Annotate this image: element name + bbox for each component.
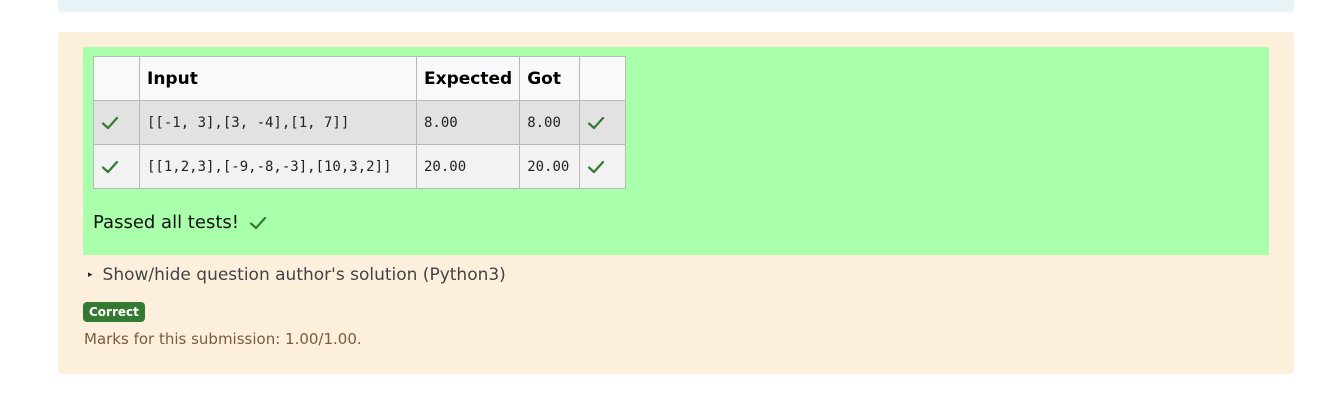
check-icon — [249, 216, 267, 229]
test-results-table: Input Expected Got [[-1, 3],[3, -4],[1, … — [93, 56, 627, 189]
status-cell — [93, 100, 140, 145]
passed-text: Passed all tests! — [93, 212, 239, 233]
check-icon — [101, 116, 119, 129]
outcome-panel: Input Expected Got [[-1, 3],[3, -4],[1, … — [58, 32, 1294, 374]
got-cell: 20.00 — [519, 144, 581, 189]
correct-badge: Correct — [83, 302, 145, 322]
input-cell: [[-1, 3],[3, -4],[1, 7]] — [139, 100, 417, 145]
table-row: [[1,2,3],[-9,-8,-3],[10,3,2]] 20.00 20.0… — [93, 144, 627, 189]
check-icon — [101, 160, 119, 173]
result-cell — [579, 144, 627, 189]
solution-toggle-label: Show/hide question author's solution (Py… — [102, 265, 506, 285]
passed-all-tests-message: Passed all tests! — [93, 212, 267, 233]
result-cell — [579, 100, 627, 145]
got-cell: 8.00 — [519, 100, 581, 145]
expected-cell: 20.00 — [415, 144, 521, 189]
expected-cell: 8.00 — [415, 100, 521, 145]
table-row: [[-1, 3],[3, -4],[1, 7]] 8.00 8.00 — [93, 100, 627, 145]
header-expected: Expected — [415, 56, 521, 101]
check-icon — [588, 160, 605, 173]
previous-panel-edge — [58, 0, 1294, 12]
test-feedback-panel: Input Expected Got [[-1, 3],[3, -4],[1, … — [83, 47, 1269, 255]
status-cell — [93, 144, 140, 189]
header-input: Input — [139, 56, 417, 101]
marks-text: Marks for this submission: 1.00/1.00. — [84, 330, 362, 348]
header-got: Got — [519, 56, 581, 101]
header-result — [579, 56, 627, 101]
show-hide-solution-toggle[interactable]: ▸ Show/hide question author's solution (… — [88, 265, 506, 285]
input-cell: [[1,2,3],[-9,-8,-3],[10,3,2]] — [139, 144, 417, 189]
table-header-row: Input Expected Got — [93, 56, 627, 101]
header-status — [93, 56, 140, 101]
check-icon — [588, 116, 605, 129]
disclosure-triangle-icon: ▸ — [88, 270, 93, 280]
